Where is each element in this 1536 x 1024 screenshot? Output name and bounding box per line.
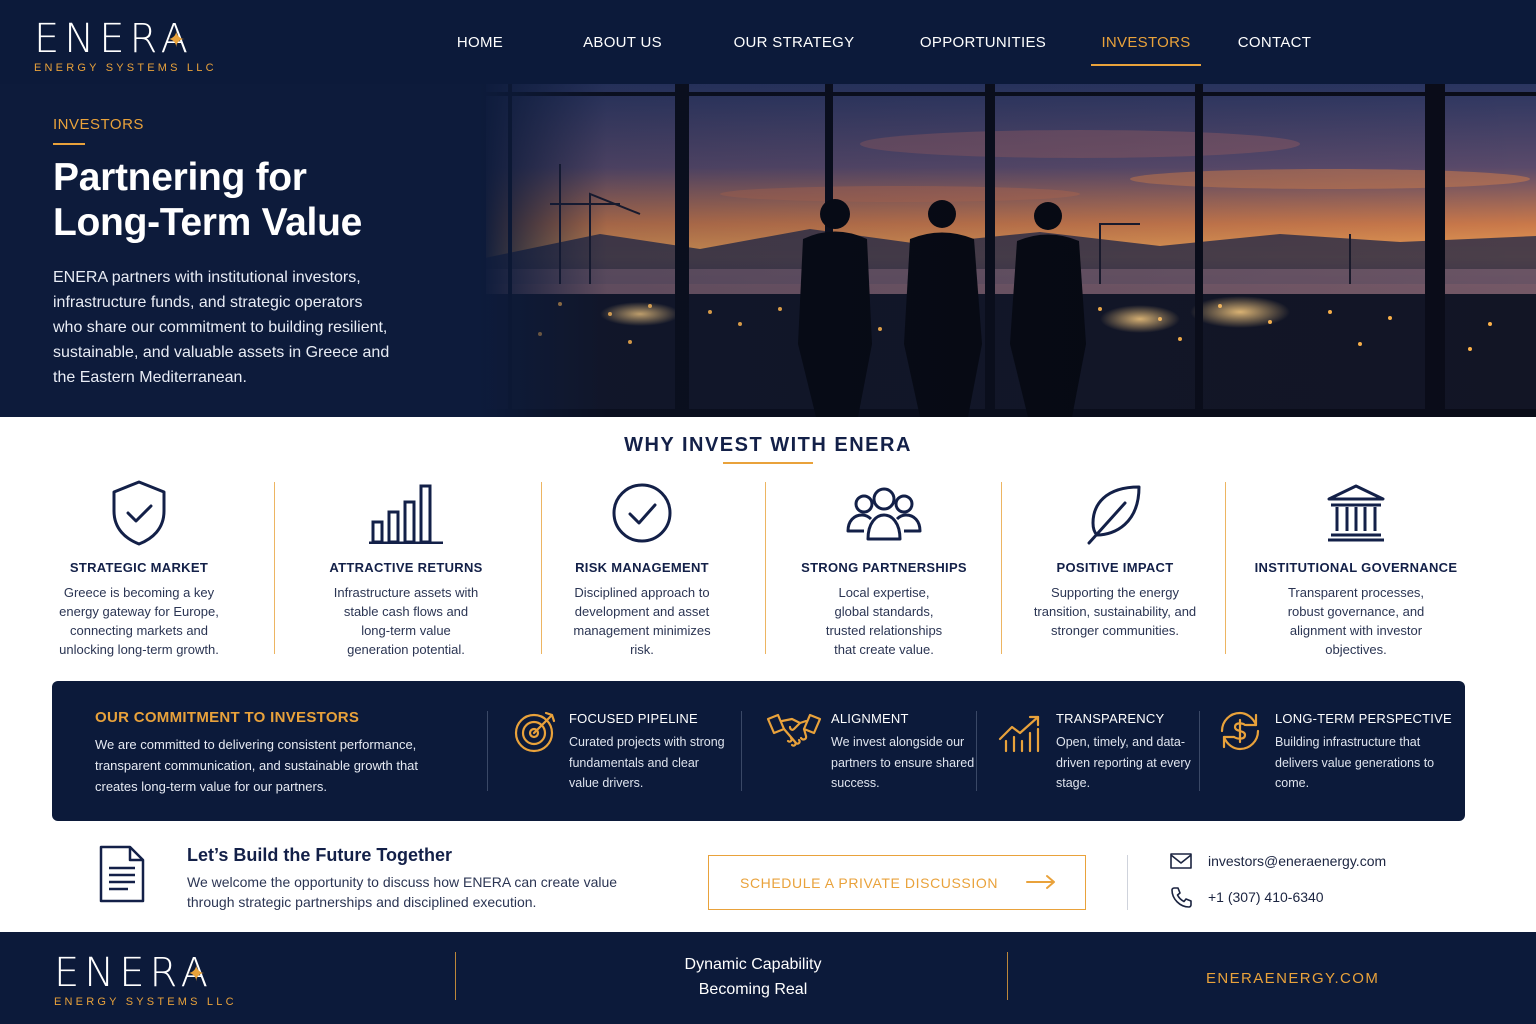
footer-logo[interactable]: ENERA ✦ ENERGY SYSTEMS LLC — [54, 950, 237, 1008]
commitment-intro: OUR COMMITMENT TO INVESTORS We are commi… — [95, 709, 445, 797]
leaf-icon — [1087, 485, 1141, 545]
commitment-item-title: TRANSPARENCY — [1056, 711, 1165, 726]
nav-our-strategy[interactable]: OUR STRATEGY — [705, 0, 883, 84]
hero-image — [480, 84, 1536, 417]
hero-eyebrow-divider — [53, 143, 85, 145]
footer-tagline: Dynamic Capability Becoming Real — [653, 952, 853, 1002]
cta-title: Let’s Build the Future Together — [187, 845, 452, 865]
feature-divider — [1001, 482, 1002, 654]
contact-phone-text: +1 (307) 410-6340 — [1208, 889, 1324, 905]
main-nav: HOME ABOUT US OUR STRATEGY OPPORTUNITIES… — [420, 0, 1332, 84]
nav-about-us[interactable]: ABOUT US — [540, 0, 705, 84]
phone-icon — [1171, 887, 1192, 908]
feature-attractive-returns: ATTRACTIVE RETURNS Infrastructure assets… — [300, 478, 512, 658]
institution-icon — [1327, 484, 1385, 542]
commitment-item-description: Curated projects with strong fundamental… — [569, 735, 725, 790]
schedule-discussion-label: SCHEDULE A PRIVATE DISCUSSION — [740, 874, 999, 891]
tagline-line1: Dynamic Capability — [684, 956, 822, 973]
hero-title-line2: Long-Term Value — [53, 201, 362, 244]
commitment-item-description: Open, timely, and data-driven reporting … — [1056, 735, 1191, 790]
hero-eyebrow: INVESTORS — [53, 116, 144, 133]
feature-title: STRATEGIC MARKET — [69, 560, 209, 575]
feature-divider — [765, 482, 766, 654]
why-invest-divider — [723, 462, 813, 464]
hero-section: INVESTORS Partnering for Long-Term Value… — [0, 84, 1536, 417]
site-header: ENERA ✦ ENERGY SYSTEMS LLC HOME ABOUT US … — [0, 0, 1536, 84]
feature-title: STRONG PARTNERSHIPS — [801, 560, 967, 575]
contact-phone[interactable]: +1 (307) 410-6340 — [1170, 886, 1324, 908]
commitment-divider — [1199, 711, 1200, 791]
commitment-divider — [741, 711, 742, 791]
feature-strategic-market: STRATEGIC MARKET Greece is becoming a ke… — [30, 478, 248, 658]
star-icon: ✦ — [187, 962, 211, 987]
commitment-item-description: Building infrastructure that delivers va… — [1275, 735, 1435, 790]
bar-chart-icon — [369, 484, 443, 544]
cta-description: We welcome the opportunity to discuss ho… — [187, 874, 618, 910]
feature-description: Greece is becoming a key energy gateway … — [59, 585, 219, 657]
commitment-panel: OUR COMMITMENT TO INVESTORS We are commi… — [52, 681, 1465, 821]
commitment-divider — [487, 711, 488, 791]
document-icon — [99, 845, 145, 903]
dollar-cycle-icon — [1220, 711, 1260, 751]
contact-email-text: investors@eneraenergy.com — [1208, 853, 1387, 869]
footer-website-link[interactable]: ENERAENERGY.COM — [1206, 970, 1379, 987]
hero-title-line1: Partnering for — [53, 156, 307, 199]
feature-description: Disciplined approach to development and … — [573, 585, 711, 657]
feature-title: ATTRACTIVE RETURNS — [329, 560, 483, 575]
feature-description: Supporting the energy transition, sustai… — [1033, 585, 1197, 638]
footer-divider — [455, 952, 456, 1000]
trend-chart-icon — [998, 715, 1040, 753]
footer-divider — [1007, 952, 1008, 1000]
feature-risk-management: RISK MANAGEMENT Disciplined approach to … — [542, 478, 742, 658]
nav-contact[interactable]: CONTACT — [1217, 0, 1332, 84]
footer-brand-subtitle: ENERGY SYSTEMS LLC — [54, 996, 237, 1008]
site-footer: ENERA ✦ ENERGY SYSTEMS LLC Dynamic Capabi… — [0, 932, 1536, 1024]
handshake-icon — [766, 713, 822, 747]
commitment-item-title: LONG-TERM PERSPECTIVE — [1275, 711, 1452, 726]
check-circle-icon — [612, 483, 672, 543]
schedule-discussion-button[interactable]: SCHEDULE A PRIVATE DISCUSSION — [708, 855, 1086, 910]
commitment-description: We are committed to delivering consisten… — [95, 737, 419, 794]
shield-check-icon — [112, 480, 166, 546]
target-icon — [514, 711, 556, 753]
feature-title: POSITIVE IMPACT — [1056, 560, 1174, 575]
contact-email[interactable]: investors@eneraenergy.com — [1170, 852, 1386, 870]
feature-description: Local expertise, global standards, trust… — [825, 585, 943, 657]
star-icon: ✦ — [167, 28, 191, 53]
hero-description: ENERA partners with institutional invest… — [53, 269, 390, 386]
feature-description: Infrastructure assets with stable cash f… — [333, 585, 479, 657]
arrow-right-icon — [1026, 875, 1055, 889]
why-invest-heading: WHY INVEST WITH ENERA — [624, 434, 912, 456]
feature-title: INSTITUTIONAL GOVERNANCE — [1254, 560, 1458, 575]
brand-logo[interactable]: ENERA ✦ ENERGY SYSTEMS LLC — [34, 16, 217, 74]
commitment-item-title: FOCUSED PIPELINE — [569, 711, 698, 726]
feature-strong-partnerships: STRONG PARTNERSHIPS Local expertise, glo… — [775, 478, 993, 658]
brand-subtitle: ENERGY SYSTEMS LLC — [34, 62, 217, 74]
commitment-divider — [976, 711, 977, 791]
nav-investors[interactable]: INVESTORS — [1091, 0, 1201, 84]
commitment-item-description: We invest alongside our partners to ensu… — [831, 735, 975, 790]
mail-icon — [1170, 853, 1192, 869]
hero-text-block: INVESTORS Partnering for Long-Term Value… — [53, 116, 433, 390]
people-group-icon — [846, 487, 922, 541]
commitment-item-title: ALIGNMENT — [831, 711, 909, 726]
feature-divider — [274, 482, 275, 654]
features-row: STRATEGIC MARKET Greece is becoming a ke… — [30, 478, 1506, 658]
feature-title: RISK MANAGEMENT — [575, 560, 709, 575]
feature-institutional-governance: INSTITUTIONAL GOVERNANCE Transparent pro… — [1246, 478, 1466, 658]
commitment-title: OUR COMMITMENT TO INVESTORS — [95, 709, 360, 726]
tagline-line2: Becoming Real — [698, 981, 808, 998]
contact-divider — [1127, 855, 1128, 910]
feature-positive-impact: POSITIVE IMPACT Supporting the energy tr… — [1015, 478, 1215, 658]
nav-home[interactable]: HOME — [420, 0, 540, 84]
hero-title: Partnering for Long-Term Value — [53, 155, 433, 245]
nav-opportunities[interactable]: OPPORTUNITIES — [883, 0, 1083, 84]
feature-description: Transparent processes, robust governance… — [1287, 585, 1425, 657]
feature-divider — [1225, 482, 1226, 654]
